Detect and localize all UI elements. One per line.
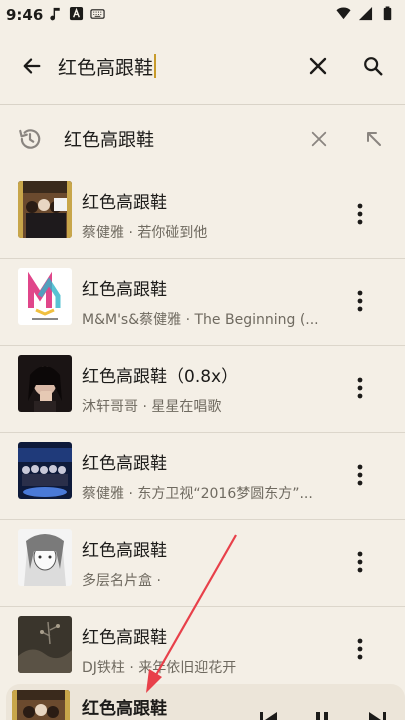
back-arrow-icon xyxy=(23,58,41,74)
more-options-button[interactable] xyxy=(346,370,374,406)
text-caret xyxy=(154,54,157,78)
search-results-list: 红色高跟鞋 蔡健雅 · 若你碰到他 红色高跟鞋 M&M's&蔡健雅 · The … xyxy=(0,172,405,693)
album-cover xyxy=(18,442,72,499)
song-subtitle: 多层名片盒 · xyxy=(82,573,161,589)
more-vert-icon xyxy=(357,290,363,312)
song-subtitle: M&M's&蔡健雅 · The Beginning (... xyxy=(82,312,319,328)
song-title: 红色高跟鞋 xyxy=(82,541,167,561)
more-options-button[interactable] xyxy=(346,283,374,319)
more-options-button[interactable] xyxy=(346,631,374,667)
more-vert-icon xyxy=(357,203,363,225)
now-playing-title: 红色高跟鞋 xyxy=(82,699,167,719)
clear-icon xyxy=(309,57,327,75)
now-playing-cover xyxy=(12,690,70,720)
font-a-icon xyxy=(69,6,84,21)
song-title: 红色高跟鞋 xyxy=(82,280,167,300)
search-input[interactable]: 红色高跟鞋 xyxy=(58,50,288,82)
clear-icon xyxy=(311,131,327,147)
song-subtitle: 蔡健雅 · 若你碰到他 xyxy=(82,225,208,241)
song-title: 红色高跟鞋 xyxy=(82,454,167,474)
search-history-item[interactable]: 红色高跟鞋 xyxy=(0,108,405,170)
song-subtitle: 蔡健雅 · 东方卫视“2016梦圆东方”... xyxy=(82,486,313,502)
status-bar: 9:46 xyxy=(0,0,405,30)
history-query-text: 红色高跟鞋 xyxy=(64,130,154,151)
more-options-button[interactable] xyxy=(346,196,374,232)
album-cover xyxy=(18,529,72,586)
status-time: 9:46 xyxy=(6,6,44,24)
skip-previous-icon[interactable] xyxy=(258,708,280,720)
search-bar: 红色高跟鞋 xyxy=(0,30,405,105)
more-vert-icon xyxy=(357,551,363,573)
clear-search-button[interactable] xyxy=(300,48,336,84)
history-icon xyxy=(19,129,41,149)
pause-icon[interactable] xyxy=(311,708,333,720)
skip-next-icon[interactable] xyxy=(366,708,388,720)
signal-icon xyxy=(358,6,373,21)
more-options-button[interactable] xyxy=(346,457,374,493)
song-row[interactable]: 红色高跟鞋（0.8x） 沐轩哥哥 · 星星在唱歌 xyxy=(0,346,405,433)
song-row[interactable]: 红色高跟鞋 M&M's&蔡健雅 · The Beginning (... xyxy=(0,259,405,346)
song-title: 红色高跟鞋（0.8x） xyxy=(82,367,239,387)
music-note-icon xyxy=(50,7,60,21)
album-cover xyxy=(18,268,72,325)
back-button[interactable] xyxy=(14,48,50,84)
song-title: 红色高跟鞋 xyxy=(82,628,167,648)
battery-icon xyxy=(383,6,392,21)
fill-query-button[interactable] xyxy=(360,125,388,153)
more-vert-icon xyxy=(357,638,363,660)
keyboard-icon xyxy=(90,9,105,19)
search-icon xyxy=(364,57,383,76)
song-subtitle: 沐轩哥哥 · 星星在唱歌 xyxy=(82,399,222,415)
more-options-button[interactable] xyxy=(346,544,374,580)
song-row[interactable]: 红色高跟鞋 蔡健雅 · 若你碰到他 xyxy=(0,172,405,259)
fill-query-icon xyxy=(367,132,381,146)
search-button[interactable] xyxy=(355,48,391,84)
mini-player[interactable]: 红色高跟鞋 xyxy=(6,684,405,720)
album-cover xyxy=(18,181,72,238)
more-vert-icon xyxy=(357,464,363,486)
song-row[interactable]: 红色高跟鞋 蔡健雅 · 东方卫视“2016梦圆东方”... xyxy=(0,433,405,520)
song-row[interactable]: 红色高跟鞋 DJ铁柱 · 来年依旧迎花开 xyxy=(0,607,405,693)
album-cover xyxy=(18,355,72,412)
search-query-text: 红色高跟鞋 xyxy=(58,56,154,79)
wifi-icon xyxy=(336,7,351,20)
album-cover xyxy=(18,616,72,673)
song-subtitle: DJ铁柱 · 来年依旧迎花开 xyxy=(82,660,237,676)
more-vert-icon xyxy=(357,377,363,399)
song-row[interactable]: 红色高跟鞋 多层名片盒 · xyxy=(0,520,405,607)
remove-history-button[interactable] xyxy=(305,125,333,153)
song-title: 红色高跟鞋 xyxy=(82,193,167,213)
